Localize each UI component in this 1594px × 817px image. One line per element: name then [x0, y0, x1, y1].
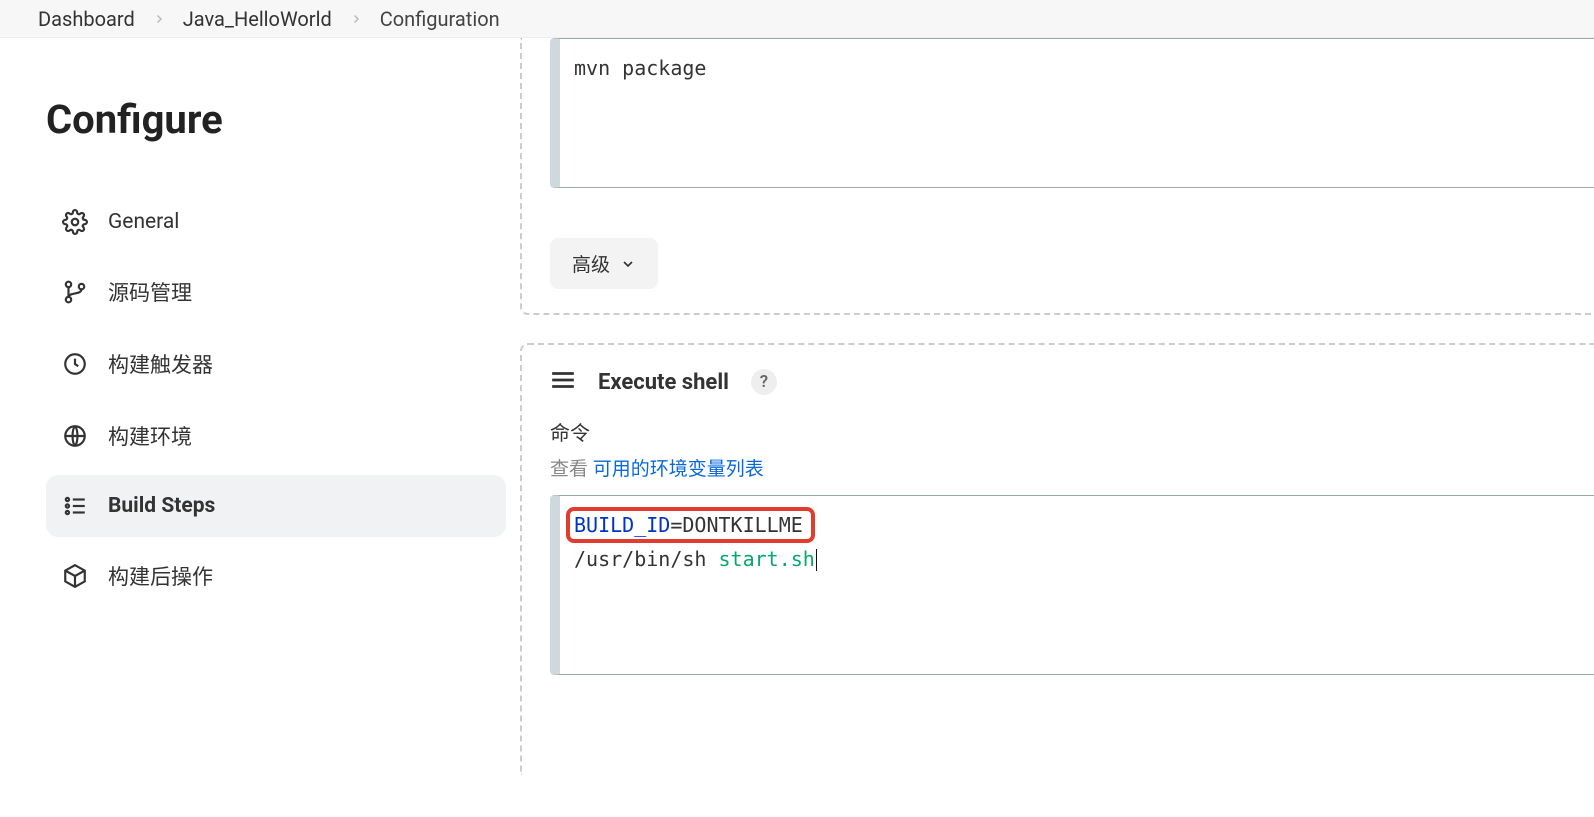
command-label: 命令: [550, 417, 1594, 446]
sidebar-item-label: 源码管理: [108, 277, 192, 307]
step-title: Execute shell: [598, 370, 729, 395]
breadcrumb-current: Configuration: [380, 7, 500, 31]
sidebar: Configure General 源码管理 构建触发器 构建环境: [0, 38, 520, 817]
globe-icon: [62, 423, 88, 449]
advanced-label: 高级: [572, 250, 610, 277]
page-title: Configure: [46, 96, 492, 143]
sidebar-item-label: Build Steps: [108, 494, 215, 518]
sidebar-item-post-build[interactable]: 构建后操作: [46, 543, 506, 609]
sidebar-item-triggers[interactable]: 构建触发器: [46, 331, 506, 397]
env-vars-link[interactable]: 可用的环境变量列表: [593, 457, 764, 480]
package-icon: [62, 563, 88, 589]
sidebar-item-environment[interactable]: 构建环境: [46, 403, 506, 469]
drag-handle-icon[interactable]: [550, 370, 576, 394]
goals-textarea[interactable]: mvn package: [550, 38, 1594, 188]
gear-icon: [62, 209, 88, 235]
branch-icon: [62, 279, 88, 305]
sidebar-item-general[interactable]: General: [46, 191, 506, 253]
highlight-annotation: BUILD_ID=DONTKILLME: [566, 507, 815, 543]
command-hint: 查看 可用的环境变量列表: [550, 454, 1594, 481]
help-icon[interactable]: ?: [751, 369, 777, 395]
sidebar-item-label: General: [108, 210, 179, 234]
build-step-execute-shell: Execute shell ? 命令 查看 可用的环境变量列表 BUILD_ID…: [520, 343, 1594, 775]
chevron-right-icon: [350, 13, 362, 25]
sidebar-item-build-steps[interactable]: Build Steps: [46, 475, 506, 537]
text-cursor: [816, 549, 817, 571]
chevron-down-icon: [620, 256, 636, 272]
breadcrumb-dashboard[interactable]: Dashboard: [38, 7, 135, 31]
shell-command-textarea[interactable]: BUILD_ID=DONTKILLME /usr/bin/sh start.sh: [550, 495, 1594, 675]
build-step-prev: mvn package 高级: [520, 38, 1594, 315]
sidebar-item-scm[interactable]: 源码管理: [46, 259, 506, 325]
breadcrumb-project[interactable]: Java_HelloWorld: [183, 7, 332, 31]
sidebar-item-label: 构建后操作: [108, 561, 213, 591]
advanced-toggle[interactable]: 高级: [550, 238, 658, 289]
clock-icon: [62, 351, 88, 377]
chevron-right-icon: [153, 13, 165, 25]
main-content: mvn package 高级 Execute shell ? 命令 查看 可: [520, 38, 1594, 817]
breadcrumb: Dashboard Java_HelloWorld Configuration: [0, 0, 1594, 38]
sidebar-item-label: 构建触发器: [108, 349, 213, 379]
sidebar-item-label: 构建环境: [108, 421, 192, 451]
steps-icon: [62, 493, 88, 519]
